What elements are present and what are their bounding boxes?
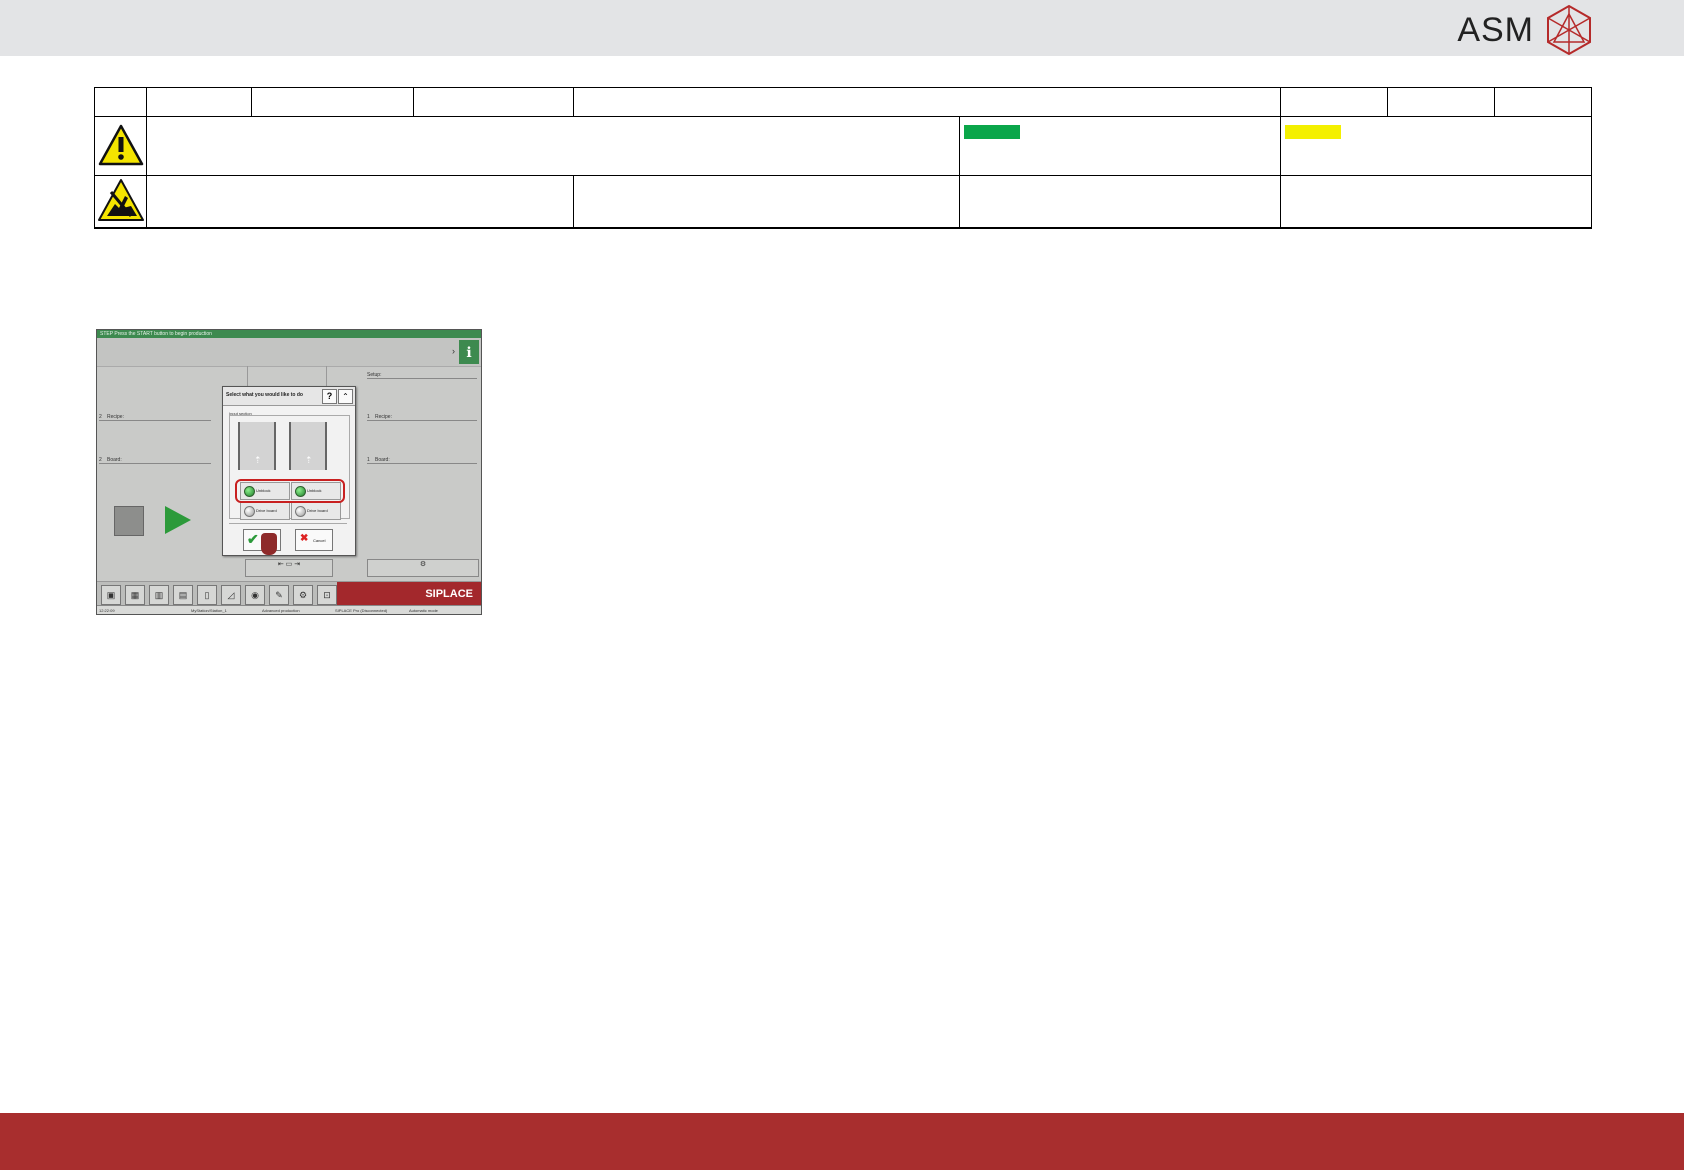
right-lane-bay: ⇡ bbox=[289, 422, 327, 470]
grid-icon[interactable]: ▦ bbox=[125, 585, 145, 605]
drive-board-right-option[interactable]: Drive board bbox=[291, 502, 341, 520]
camera-icon[interactable]: ◉ bbox=[245, 585, 265, 605]
drive-left-label: Drive board bbox=[256, 508, 277, 513]
collapse-icon[interactable]: ⌃ bbox=[338, 389, 353, 404]
siplace-brand: SIPLACE bbox=[337, 582, 481, 606]
chart-icon[interactable]: ◿ bbox=[221, 585, 241, 605]
service-tools-icon[interactable]: ⚙ bbox=[293, 585, 313, 605]
esd-hand-icon bbox=[97, 179, 144, 221]
siplace-screenshot: STEP Press the START button to begin pro… bbox=[96, 329, 482, 615]
divider bbox=[367, 463, 477, 464]
yellow-mark-cell bbox=[1280, 116, 1593, 176]
green-mark-cell bbox=[958, 116, 1282, 176]
arrow-up-icon: ⇡ bbox=[254, 455, 262, 465]
statistics-icon[interactable]: ▥ bbox=[149, 585, 169, 605]
hdr-cell-5 bbox=[572, 87, 1282, 117]
drive-board-left-option[interactable]: Drive board bbox=[240, 502, 290, 520]
select-action-dialog: Select what you would like to do ? ⌃ Inp… bbox=[222, 386, 356, 556]
hdr-cell-4 bbox=[413, 87, 574, 117]
conveyor-width-control[interactable]: ⇤ ▭ ⇥ bbox=[245, 559, 333, 577]
input-section-group: ⇡ ⇡ Unblock Unblock Drive board Drive bo… bbox=[229, 415, 350, 520]
top-strip: › ℹ bbox=[97, 338, 481, 367]
check-icon: ✔ bbox=[247, 531, 259, 547]
pen-icon[interactable]: ✎ bbox=[269, 585, 289, 605]
esd-cell-3 bbox=[958, 175, 1282, 229]
close-icon: ✖ bbox=[300, 533, 309, 544]
status-time: 12:22:09 bbox=[99, 608, 115, 613]
arrow-up-icon: ⇡ bbox=[305, 455, 313, 465]
document-header-table bbox=[94, 87, 1593, 229]
status-bar: 12:22:09 MyStation/Station_1 Advanced pr… bbox=[97, 605, 481, 614]
footer-bar bbox=[0, 1113, 1684, 1170]
help-button[interactable]: ? bbox=[322, 389, 337, 404]
pointing-hand-icon bbox=[261, 533, 277, 555]
start-button[interactable] bbox=[165, 506, 191, 534]
top-bar: ASM bbox=[0, 0, 1684, 56]
hdr-cell-8 bbox=[1494, 87, 1593, 117]
stop-button[interactable] bbox=[114, 506, 144, 536]
step-title-bar: STEP Press the START button to begin pro… bbox=[97, 330, 481, 338]
main-toolbar: ▣ ▦ ▥ ▤ ▯ ◿ ◉ ✎ ⚙ ⊡ SIPLACE bbox=[97, 581, 481, 606]
hdr-cell-1 bbox=[94, 87, 147, 117]
asm-logo: ASM bbox=[1457, 4, 1592, 56]
production-icon[interactable]: ▣ bbox=[101, 585, 121, 605]
save-icon[interactable]: ▤ bbox=[173, 585, 193, 605]
status-mode: Advanced production bbox=[262, 608, 300, 613]
esd-cell bbox=[94, 175, 147, 229]
esd-text-cell bbox=[146, 175, 574, 229]
dialog-title: Select what you would like to do bbox=[226, 392, 303, 398]
door-icon[interactable]: ▯ bbox=[197, 585, 217, 605]
asm-logo-icon bbox=[1547, 4, 1591, 56]
hdr-cell-6 bbox=[1280, 87, 1389, 117]
feeder-icon[interactable]: ⊡ bbox=[317, 585, 337, 605]
info-help-icon[interactable]: ℹ bbox=[459, 340, 479, 364]
drive-right-label: Drive board bbox=[307, 508, 328, 513]
divider bbox=[99, 463, 211, 464]
dialog-header: Select what you would like to do ? ⌃ bbox=[223, 387, 355, 406]
hdr-cell-2 bbox=[146, 87, 252, 117]
center-conveyor-top bbox=[247, 366, 327, 388]
warning-text-cell bbox=[146, 116, 960, 176]
dialog-separator bbox=[229, 523, 347, 524]
hdr-cell-3 bbox=[251, 87, 414, 117]
logo-text: ASM bbox=[1457, 10, 1534, 49]
esd-cell-2 bbox=[573, 175, 960, 229]
left-lane-bay: ⇡ bbox=[238, 422, 276, 470]
esd-cell-4 bbox=[1280, 175, 1593, 229]
led-grey-icon bbox=[244, 506, 255, 517]
hdr-cell-7 bbox=[1387, 87, 1496, 117]
divider bbox=[367, 378, 477, 379]
settings-tool-control[interactable]: ⚙ bbox=[367, 559, 479, 577]
status-pro: SIPLACE Pro (Disconnected) bbox=[335, 608, 388, 613]
divider bbox=[367, 420, 477, 421]
warning-triangle-icon bbox=[98, 124, 143, 165]
led-grey-icon bbox=[295, 506, 306, 517]
highlight-outline bbox=[235, 479, 345, 503]
chevron-right-icon[interactable]: › bbox=[452, 346, 455, 356]
warning-cell bbox=[94, 116, 147, 176]
cancel-label: Cancel bbox=[313, 538, 326, 543]
yellow-marker bbox=[1285, 125, 1342, 139]
status-station: MyStation/Station_1 bbox=[191, 608, 227, 613]
green-marker bbox=[964, 125, 1020, 139]
cancel-button[interactable]: ✖ Cancel bbox=[295, 529, 333, 551]
status-auto: Automatic mode bbox=[409, 608, 438, 613]
divider bbox=[99, 420, 211, 421]
